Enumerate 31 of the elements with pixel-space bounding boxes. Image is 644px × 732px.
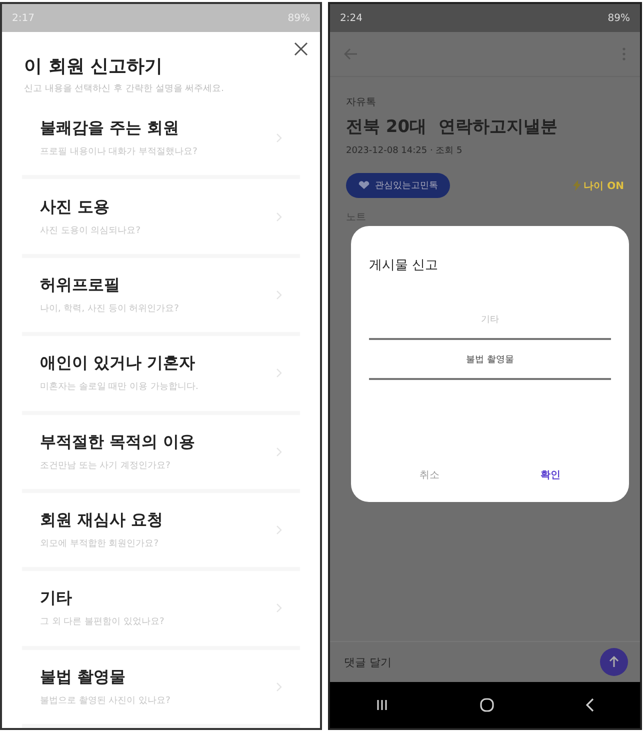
chevron-icon	[276, 682, 282, 692]
chevron-icon	[276, 525, 282, 536]
lightning-icon	[572, 180, 581, 191]
screen-subtitle: 신고 내용을 선택하신 후 간략한 설명을 써주세요.	[23, 83, 226, 96]
post-meta: 2023-12-08 14:25 · 조회 5	[346, 145, 464, 157]
dialog-title: 게시물 신고	[369, 257, 440, 274]
chevron-icon	[276, 290, 282, 300]
post-title: 전북 20대 연락하고지낼분	[346, 116, 558, 138]
close-icon[interactable]	[294, 42, 308, 56]
topic-tag[interactable]: 관심있는고민톡	[346, 173, 450, 198]
home-icon[interactable]	[480, 698, 494, 712]
recent-apps-icon[interactable]	[376, 699, 388, 711]
age-status-label: 나이 ON	[572, 178, 624, 192]
heart-icon	[358, 181, 370, 190]
chevron-icon	[276, 212, 282, 222]
chevron-icon	[276, 446, 282, 457]
screen-title: 이 회원 신고하기	[23, 55, 164, 78]
chevron-icon	[276, 368, 282, 378]
post-category: 자유톡	[346, 96, 377, 109]
report-option[interactable]: 불법 촬영물	[369, 340, 611, 380]
up-arrow-icon	[608, 656, 620, 668]
report-reason-item[interactable]: 부적절한 목적의 이용 조건만남 또는 사기 계정인가요?	[22, 414, 300, 493]
chevron-icon	[276, 603, 282, 614]
back-icon[interactable]	[586, 698, 594, 712]
status-time: 2:24	[340, 12, 362, 24]
status-battery: 89%	[608, 12, 630, 24]
chevron-icon	[276, 133, 282, 144]
send-button[interactable]	[600, 648, 628, 676]
comment-field[interactable]: 댓글 달기	[342, 654, 546, 670]
report-reason-item[interactable]: 불법 촬영물 불법으로 촬영된 사진이 있나요?	[22, 650, 300, 728]
confirm-button[interactable]: 확인	[532, 464, 568, 486]
